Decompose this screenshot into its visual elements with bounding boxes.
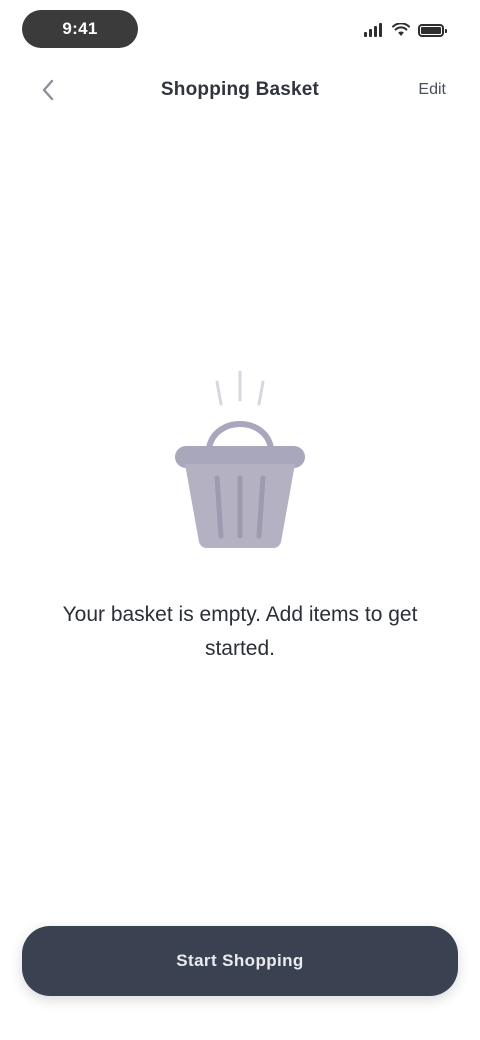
edit-button[interactable]: Edit: [418, 76, 446, 104]
status-time: 9:41: [62, 19, 98, 38]
nav-header: Shopping Basket Edit: [0, 62, 480, 118]
status-icons: [364, 20, 447, 40]
battery-icon: [418, 23, 447, 37]
empty-state: Your basket is empty. Add items to get s…: [0, 360, 480, 666]
back-button[interactable]: [32, 74, 64, 106]
chevron-left-icon: [42, 79, 54, 101]
status-bar: 9:41: [0, 0, 480, 62]
cellular-signal-icon: [364, 23, 384, 37]
screen: 9:41 Shopping Basket Edit Your basket is…: [0, 0, 480, 1040]
status-time-pill: 9:41: [22, 10, 138, 48]
page-title: Shopping Basket: [160, 79, 320, 100]
basket-illustration: [165, 360, 315, 550]
empty-state-message: Your basket is empty. Add items to get s…: [62, 603, 418, 660]
shopping-basket-icon: [175, 370, 305, 548]
wifi-icon: [392, 22, 410, 37]
start-shopping-button[interactable]: Start Shopping: [22, 926, 458, 996]
